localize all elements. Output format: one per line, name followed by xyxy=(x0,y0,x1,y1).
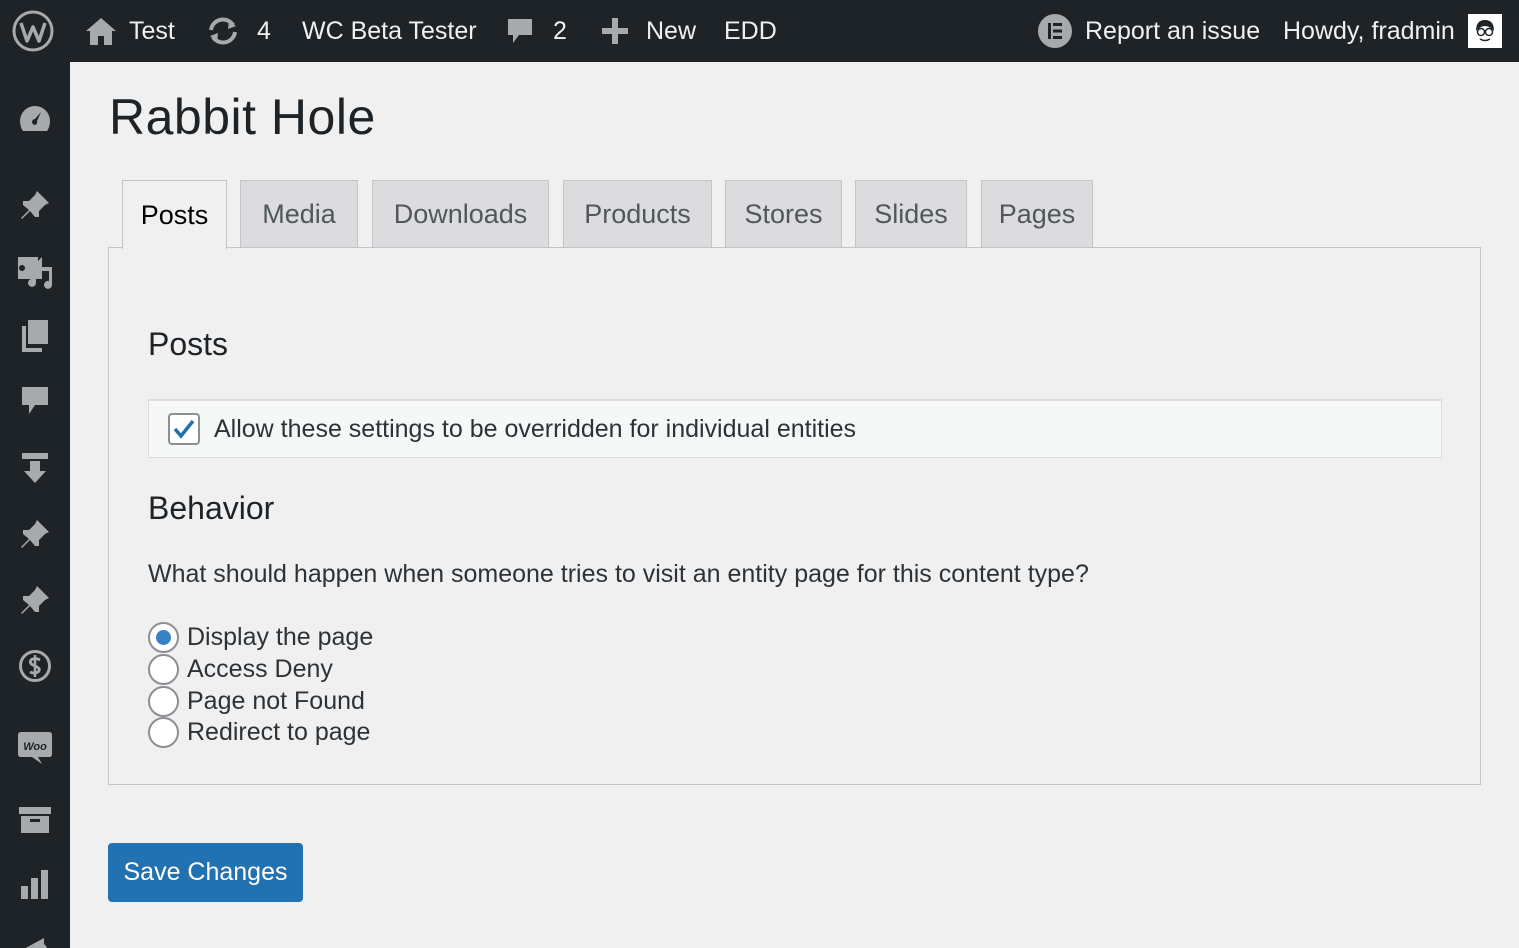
tab-posts[interactable]: Posts xyxy=(122,180,227,249)
updates-count: 4 xyxy=(257,16,271,45)
tab-media[interactable]: Media xyxy=(240,180,358,248)
admin-bar: Test 4 WC Beta Tester 2 New EDD Report a… xyxy=(0,0,1519,62)
posts-icon[interactable] xyxy=(0,180,70,230)
comments-icon[interactable] xyxy=(0,376,70,426)
tab-downloads[interactable]: Downloads xyxy=(372,180,549,248)
archive-icon[interactable] xyxy=(0,795,70,845)
radio-page-not-found[interactable] xyxy=(148,685,179,717)
wp-logo-menu[interactable] xyxy=(12,0,54,62)
site-name-label: Test xyxy=(129,16,175,45)
updates-menu[interactable]: 4 xyxy=(205,0,271,62)
pin-icon-2[interactable] xyxy=(0,575,70,625)
tab-stores[interactable]: Stores xyxy=(725,180,842,248)
option-access-deny[interactable]: Access Deny xyxy=(148,653,333,685)
option-page-not-found[interactable]: Page not Found xyxy=(148,685,365,717)
svg-text:Woo: Woo xyxy=(23,741,47,753)
new-label: New xyxy=(646,16,697,45)
radio-label: Display the page xyxy=(187,622,374,651)
dollar-icon[interactable] xyxy=(0,641,70,691)
tab-pages[interactable]: Pages xyxy=(981,180,1093,248)
radio-label: Page not Found xyxy=(187,686,365,715)
report-issue-menu[interactable]: Report an issue xyxy=(1037,0,1260,62)
home-icon xyxy=(85,16,117,46)
option-redirect[interactable]: Redirect to page xyxy=(148,716,370,748)
tab-slides[interactable]: Slides xyxy=(855,180,967,248)
edd-label: EDD xyxy=(724,16,777,45)
dashboard-icon[interactable] xyxy=(0,93,70,143)
plus-icon xyxy=(600,16,630,46)
megaphone-icon[interactable] xyxy=(0,922,70,948)
chart-icon[interactable] xyxy=(0,859,70,909)
comments-count: 2 xyxy=(553,16,567,45)
override-label: Allow these settings to be overridden fo… xyxy=(214,414,857,443)
new-content-menu[interactable]: New xyxy=(600,0,696,62)
howdy-label: Howdy, fradmin xyxy=(1283,16,1455,45)
comment-icon xyxy=(505,16,535,46)
override-checkbox[interactable] xyxy=(168,413,200,445)
wc-beta-tester-label: WC Beta Tester xyxy=(302,16,477,45)
report-issue-label: Report an issue xyxy=(1085,16,1261,45)
page-title: Rabbit Hole xyxy=(109,89,376,145)
behavior-title: Behavior xyxy=(148,490,275,526)
radio-redirect[interactable] xyxy=(148,716,179,748)
downloads-icon[interactable] xyxy=(0,443,70,493)
comments-menu[interactable]: 2 xyxy=(505,0,567,62)
tab-products[interactable]: Products xyxy=(563,180,712,248)
avatar xyxy=(1467,14,1502,48)
site-name-menu[interactable]: Test xyxy=(85,0,175,62)
wc-beta-tester-link[interactable]: WC Beta Tester xyxy=(302,0,477,62)
edd-menu[interactable]: EDD xyxy=(724,0,777,62)
save-changes-button[interactable]: Save Changes xyxy=(108,843,303,902)
override-setting[interactable]: Allow these settings to be overridden fo… xyxy=(148,399,1442,458)
section-title: Posts xyxy=(148,326,229,362)
behavior-question: What should happen when someone tries to… xyxy=(148,560,1089,588)
pin-icon[interactable] xyxy=(0,509,70,559)
elementor-icon xyxy=(1037,13,1073,49)
my-account-menu[interactable]: Howdy, fradmin xyxy=(1283,0,1502,62)
radio-label: Access Deny xyxy=(187,654,333,683)
media-icon[interactable] xyxy=(0,246,70,296)
radio-access-deny[interactable] xyxy=(148,653,179,685)
pages-icon[interactable] xyxy=(0,311,70,361)
option-display-page[interactable]: Display the page xyxy=(148,621,373,653)
radio-display-page[interactable] xyxy=(148,621,179,653)
admin-sidebar: Woo xyxy=(0,62,70,948)
woo-icon[interactable]: Woo xyxy=(0,722,70,772)
updates-icon xyxy=(205,16,241,46)
wordpress-logo-icon xyxy=(12,10,54,52)
radio-label: Redirect to page xyxy=(187,717,371,746)
